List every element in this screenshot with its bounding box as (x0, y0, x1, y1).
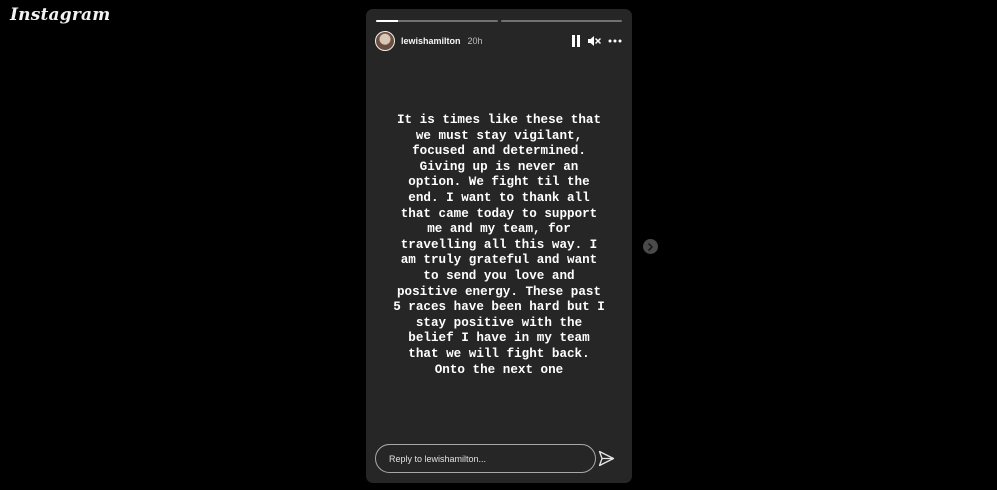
instagram-logo[interactable]: Instagram (10, 5, 110, 25)
story-progress (376, 20, 622, 22)
story-controls (571, 35, 622, 47)
avatar[interactable] (375, 31, 395, 51)
timestamp: 20h (467, 36, 483, 46)
next-story-button[interactable] (643, 239, 658, 254)
story-text: It is times like these that we must stay… (393, 113, 605, 377)
send-icon[interactable] (598, 450, 615, 467)
chevron-right-icon (648, 242, 653, 251)
progress-segment (500, 20, 622, 22)
pause-icon[interactable] (571, 35, 581, 47)
speaker-muted-icon[interactable] (588, 35, 601, 47)
story-viewer: lewishamilton 20h It is times like these… (366, 9, 632, 483)
more-options-icon[interactable] (608, 39, 622, 43)
progress-fill (376, 20, 398, 22)
progress-segment (376, 20, 498, 22)
story-header: lewishamilton 20h (375, 30, 622, 52)
reply-input[interactable] (375, 444, 596, 473)
username-link[interactable]: lewishamilton (401, 36, 461, 46)
